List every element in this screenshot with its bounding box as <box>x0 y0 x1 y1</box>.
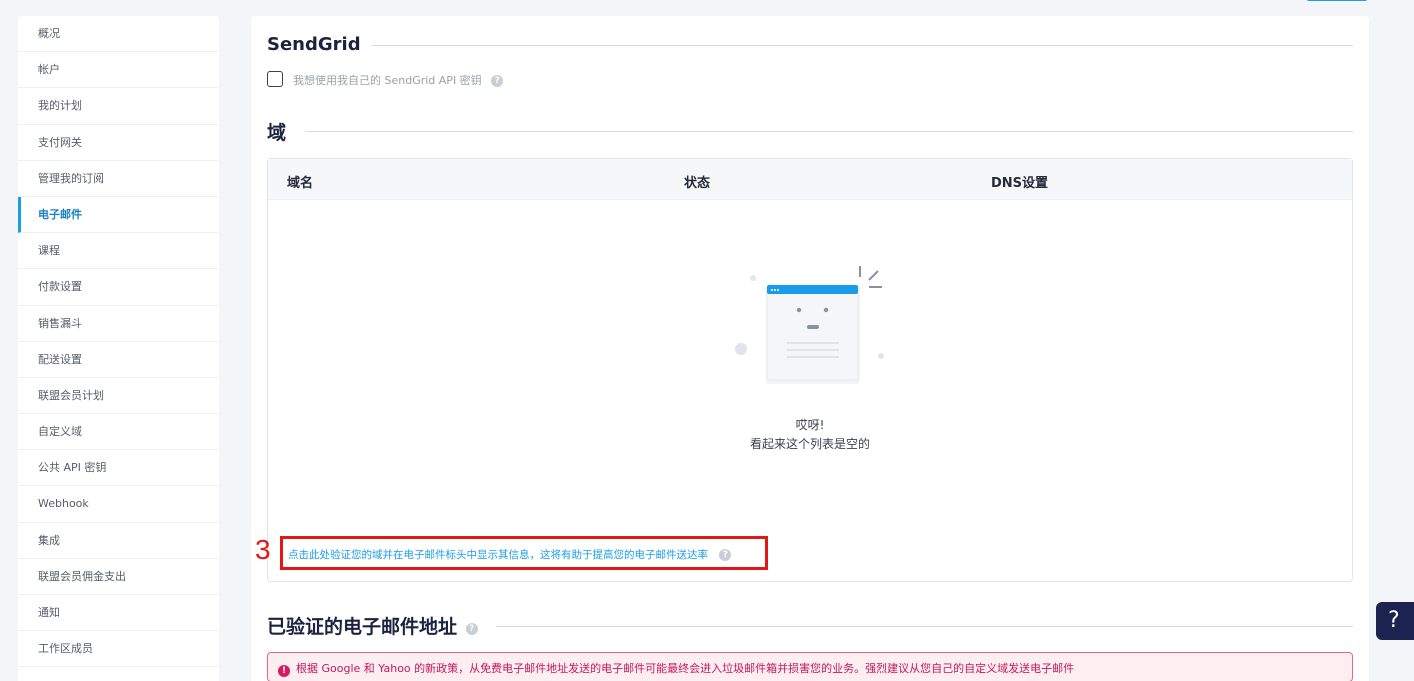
table-header: 域名 状态 DNS设置 <box>268 159 1352 200</box>
sidebar-item[interactable]: 公共 API 密钥 <box>18 450 219 487</box>
annotation-highlight-box: 点击此处验证您的域并在电子邮件标头中显示其信息，这将有助于提高您的电子邮件送达率… <box>280 536 768 570</box>
sidebar-item[interactable]: 帐户 <box>18 52 219 89</box>
sidebar-item[interactable]: 通知 <box>18 595 219 632</box>
verify-domain-link-text[interactable]: 点击此处验证您的域并在电子邮件标头中显示其信息，这将有助于提高您的电子邮件送达率 <box>288 549 708 561</box>
sidebar-item[interactable]: 联盟会员佣金支出 <box>18 559 219 595</box>
sidebar-item[interactable]: 销售漏斗 <box>18 306 219 342</box>
sidebar-item[interactable]: 我的计划 <box>18 88 219 125</box>
domains-title: 域 <box>267 122 287 144</box>
sidebar-item[interactable]: 管理我的订阅 <box>18 161 219 197</box>
verified-emails-title-text: 已验证的电子邮件地址 <box>267 616 458 638</box>
help-button[interactable]: ? <box>1376 602 1414 640</box>
empty-subtitle: 看起来这个列表是空的 <box>749 437 870 451</box>
sidebar-item[interactable]: 联盟会员计划 <box>18 378 219 415</box>
own-api-key-label-text: 我想使用我自己的 SendGrid API 密钥 <box>293 74 482 87</box>
verify-domain-link[interactable]: 点击此处验证您的域并在电子邮件标头中显示其信息，这将有助于提高您的电子邮件送达率… <box>288 547 732 562</box>
top-action-button[interactable] <box>1306 0 1368 1</box>
sendgrid-title: SendGrid <box>267 34 361 55</box>
column-status: 状态 <box>684 176 711 191</box>
sidebar-item[interactable]: 工作区成员 <box>18 631 219 668</box>
question-circle-icon[interactable]: ? <box>719 549 732 561</box>
sidebar-item[interactable]: Webhook <box>18 486 219 523</box>
divider <box>496 626 1353 627</box>
empty-title: 哎呀! <box>795 418 825 432</box>
column-dns-settings: DNS设置 <box>991 176 1049 191</box>
email-settings-panel: SendGrid 我想使用我自己的 SendGrid API 密钥 ? 域 域名… <box>251 16 1369 681</box>
policy-alert: ! 根据 Google 和 Yahoo 的新政策，从免费电子邮件地址发送的电子邮件… <box>267 652 1353 681</box>
own-api-key-checkbox[interactable] <box>267 71 283 87</box>
sidebar-item[interactable]: 课程 <box>18 233 219 270</box>
own-api-key-label: 我想使用我自己的 SendGrid API 密钥 ? <box>293 72 504 88</box>
sidebar-item[interactable]: 配送设置 <box>18 342 219 378</box>
annotation-step-number: 3 <box>255 534 271 565</box>
verified-emails-title: 已验证的电子邮件地址 ? <box>267 612 478 639</box>
question-circle-icon[interactable]: ? <box>465 623 478 635</box>
sidebar-item[interactable]: 自定义域 <box>18 414 219 451</box>
divider <box>372 45 1353 46</box>
sidebar-item[interactable]: 付款设置 <box>18 269 219 306</box>
question-circle-icon[interactable]: ? <box>491 75 504 87</box>
column-domain: 域名 <box>287 176 314 191</box>
empty-list-illustration <box>730 261 890 395</box>
divider <box>305 131 1353 132</box>
settings-sidebar: 概况 帐户 我的计划 支付网关 管理我的订阅 电子邮件 课程 付款设置 销售漏斗 配送设置 联盟会员… <box>18 16 219 681</box>
sidebar-item[interactable]: 集成 <box>18 523 219 559</box>
sidebar-item[interactable]: 支付网关 <box>18 125 219 161</box>
policy-alert-text: 根据 Google 和 Yahoo 的新政策，从免费电子邮件地址发送的电子邮件可… <box>296 662 1075 675</box>
domains-table: 域名 状态 DNS设置 哎呀! 看起来这个列表是空的 3 点击此处验证您的域并在… <box>255 158 1353 582</box>
sidebar-item[interactable]: 电子邮件 <box>18 196 219 234</box>
exclamation-circle-icon: ! <box>278 665 290 677</box>
sidebar-item[interactable]: 概况 <box>18 16 219 53</box>
